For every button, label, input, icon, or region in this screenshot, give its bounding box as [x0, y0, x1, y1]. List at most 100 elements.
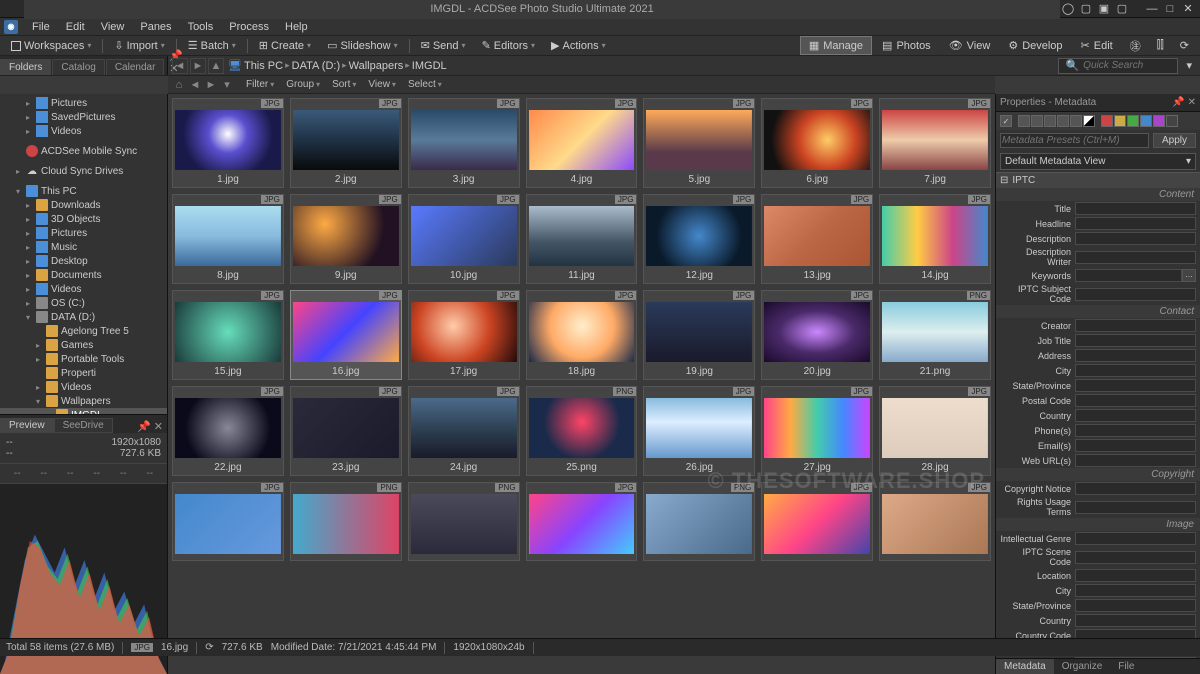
- tree-pictures[interactable]: ▸Pictures: [0, 96, 167, 110]
- field-input[interactable]: [1075, 288, 1196, 301]
- tree-videos3[interactable]: ▸Videos: [0, 380, 167, 394]
- field-input[interactable]: [1075, 269, 1182, 282]
- tree-desktop[interactable]: ▸Desktop: [0, 254, 167, 268]
- nav-up-button[interactable]: ▲: [208, 58, 224, 74]
- tree-mobile-sync[interactable]: ACDSee Mobile Sync: [0, 144, 167, 158]
- rating-1[interactable]: [1018, 115, 1030, 127]
- menu-edit[interactable]: Edit: [58, 21, 93, 33]
- thumbnail[interactable]: JPG 17.jpg: [408, 290, 520, 380]
- filter-button[interactable]: Filter ▾: [240, 79, 280, 90]
- create-button[interactable]: ⊞Create▾: [252, 37, 318, 54]
- user-icon[interactable]: ◯: [1060, 2, 1076, 16]
- tree-downloads[interactable]: ▸Downloads: [0, 198, 167, 212]
- mode-develop[interactable]: ⚙Develop: [1000, 37, 1070, 54]
- field-input[interactable]: [1075, 482, 1196, 495]
- thumbnail[interactable]: JPG: [761, 482, 873, 561]
- maximize-button[interactable]: □: [1162, 2, 1178, 16]
- field-input[interactable]: [1075, 551, 1196, 564]
- layout-icon-1[interactable]: ▢: [1078, 2, 1094, 16]
- breadcrumb-wallpapers[interactable]: Wallpapers: [349, 60, 404, 72]
- thumbnail[interactable]: JPG 20.jpg: [761, 290, 873, 380]
- batch-button[interactable]: ☰Batch▾: [181, 37, 243, 54]
- field-input[interactable]: [1075, 614, 1196, 627]
- back-icon[interactable]: ◄: [188, 78, 202, 92]
- thumbnail[interactable]: JPG 12.jpg: [643, 194, 755, 284]
- select-button[interactable]: Select ▾: [402, 79, 448, 90]
- field-input[interactable]: [1075, 364, 1196, 377]
- tree-videos2[interactable]: ▸Videos: [0, 282, 167, 296]
- breadcrumb-imgdl[interactable]: IMGDL: [412, 60, 447, 72]
- tree-agelong[interactable]: Agelong Tree 5: [0, 324, 167, 338]
- tab-file[interactable]: File: [1110, 659, 1142, 674]
- layout-icon-2[interactable]: ▣: [1096, 2, 1112, 16]
- metadata-presets-input[interactable]: [1000, 133, 1149, 148]
- view-button[interactable]: View ▾: [362, 79, 402, 90]
- field-input[interactable]: [1075, 217, 1196, 230]
- menu-view[interactable]: View: [93, 21, 133, 33]
- menu-process[interactable]: Process: [221, 21, 277, 33]
- breadcrumb-this-pc[interactable]: This PC: [244, 60, 283, 72]
- thumbnail[interactable]: JPG 23.jpg: [290, 386, 402, 476]
- thumbnail[interactable]: JPG 16.jpg: [290, 290, 402, 380]
- field-input[interactable]: [1075, 569, 1196, 582]
- search-dropdown[interactable]: ▾: [1182, 59, 1196, 72]
- field-input[interactable]: [1075, 251, 1196, 264]
- menu-help[interactable]: Help: [277, 21, 316, 33]
- thumbnail[interactable]: JPG 28.jpg: [879, 386, 991, 476]
- rating-5[interactable]: [1070, 115, 1082, 127]
- tab-preview[interactable]: Preview: [0, 418, 54, 433]
- section-iptc[interactable]: ⊟IPTC: [996, 172, 1200, 188]
- field-input[interactable]: [1075, 584, 1196, 597]
- color-red[interactable]: [1101, 115, 1113, 127]
- thumbnail[interactable]: JPG 3.jpg: [408, 98, 520, 188]
- group-button[interactable]: Group ▾: [280, 79, 326, 90]
- field-input[interactable]: [1075, 501, 1196, 514]
- tab-seedrive[interactable]: SeeDrive: [54, 418, 113, 433]
- thumbnail[interactable]: JPG 19.jpg: [643, 290, 755, 380]
- color-blue[interactable]: [1140, 115, 1152, 127]
- tree-videos[interactable]: ▸Videos: [0, 124, 167, 138]
- tab-catalog[interactable]: Catalog: [52, 59, 104, 75]
- slideshow-button[interactable]: ▭Slideshow▾: [320, 37, 405, 54]
- history-icon[interactable]: ▾: [220, 78, 234, 92]
- field-input[interactable]: [1075, 409, 1196, 422]
- thumbnail[interactable]: JPG 14.jpg: [879, 194, 991, 284]
- tab-calendar[interactable]: Calendar: [106, 59, 165, 75]
- tree-cloud-sync[interactable]: ▸☁Cloud Sync Drives: [0, 164, 167, 178]
- tree-datad[interactable]: ▾DATA (D:): [0, 310, 167, 324]
- field-input[interactable]: [1075, 424, 1196, 437]
- layout-icon-3[interactable]: ▢: [1114, 2, 1130, 16]
- color-yellow[interactable]: [1114, 115, 1126, 127]
- search-box[interactable]: 🔍: [1058, 58, 1178, 74]
- field-input[interactable]: [1075, 379, 1196, 392]
- keywords-browse-button[interactable]: …: [1182, 269, 1196, 282]
- sync-button[interactable]: ⟳: [1173, 37, 1196, 54]
- thumbnail[interactable]: JPG: [172, 482, 284, 561]
- tree-this-pc[interactable]: ▾This PC: [0, 184, 167, 198]
- thumbnail[interactable]: JPG 5.jpg: [643, 98, 755, 188]
- forward-icon[interactable]: ►: [204, 78, 218, 92]
- workspaces-button[interactable]: Workspaces▾: [4, 38, 98, 54]
- thumbnail[interactable]: JPG 2.jpg: [290, 98, 402, 188]
- thumbnail[interactable]: PNG 25.png: [526, 386, 638, 476]
- rating-2[interactable]: [1031, 115, 1043, 127]
- thumbnail[interactable]: JPG 10.jpg: [408, 194, 520, 284]
- tree-documents[interactable]: ▸Documents: [0, 268, 167, 282]
- menu-tools[interactable]: Tools: [180, 21, 222, 33]
- mode-photos[interactable]: ▤Photos: [874, 37, 939, 54]
- thumbnail[interactable]: JPG 13.jpg: [761, 194, 873, 284]
- thumbnail[interactable]: PNG: [290, 482, 402, 561]
- color-green[interactable]: [1127, 115, 1139, 127]
- field-input[interactable]: [1075, 232, 1196, 245]
- thumbnail[interactable]: JPG 9.jpg: [290, 194, 402, 284]
- field-input[interactable]: [1075, 202, 1196, 215]
- breadcrumb-drive[interactable]: DATA (D:): [292, 60, 340, 72]
- color-purple[interactable]: [1153, 115, 1165, 127]
- rating-3[interactable]: [1044, 115, 1056, 127]
- thumbnail[interactable]: JPG: [526, 482, 638, 561]
- thumbnail[interactable]: JPG 22.jpg: [172, 386, 284, 476]
- field-input[interactable]: [1075, 532, 1196, 545]
- thumbnail[interactable]: JPG 8.jpg: [172, 194, 284, 284]
- tree-games[interactable]: ▸Games: [0, 338, 167, 352]
- tree-properti[interactable]: Properti: [0, 366, 167, 380]
